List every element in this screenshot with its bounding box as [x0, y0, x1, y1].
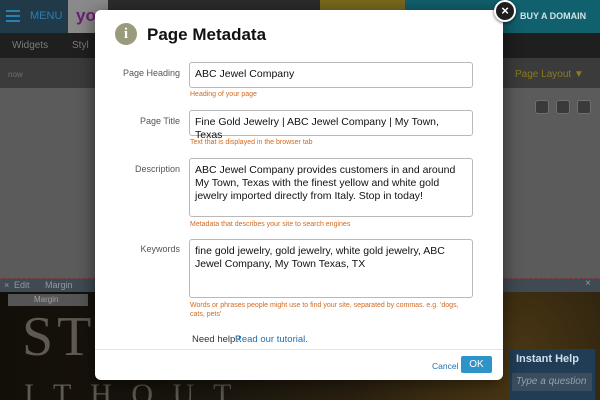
ok-button[interactable]: OK: [461, 356, 492, 373]
hamburger-icon[interactable]: [6, 10, 20, 22]
keywords-label: Keywords: [140, 244, 180, 254]
page-title-help: Text that is displayed in the browser ta…: [190, 139, 313, 146]
tab-widgets[interactable]: Widgets: [12, 40, 48, 51]
dialog-title: Page Metadata: [147, 25, 267, 44]
tab-style[interactable]: Styl: [72, 40, 89, 51]
editbar-margin-link[interactable]: Margin: [45, 280, 73, 290]
hero-subheading: I T H O U T: [24, 378, 238, 400]
close-icon[interactable]: ×: [494, 0, 516, 22]
canvas-tool-icon[interactable]: [577, 100, 591, 114]
instant-help-placeholder[interactable]: Type a question: [516, 376, 586, 387]
page-title-label: Page Title: [139, 116, 180, 126]
logo: yo: [76, 6, 96, 25]
instant-help-title: Instant Help: [516, 353, 579, 365]
page-layout-dropdown[interactable]: Page Layout ▼: [515, 69, 584, 80]
toolbar-now-label: now: [8, 70, 23, 79]
page-heading-label: Page Heading: [122, 68, 180, 78]
editbar-remove-icon[interactable]: ×: [585, 278, 591, 289]
info-icon: i: [115, 23, 137, 45]
canvas-tool-icon[interactable]: [535, 100, 549, 114]
hero-heading: ST: [22, 306, 96, 368]
menu-label[interactable]: MENU: [30, 10, 62, 22]
keywords-textarea[interactable]: fine gold jewelry, gold jewelry, white g…: [189, 239, 473, 298]
cancel-button[interactable]: Cancel: [432, 361, 458, 371]
page-heading-input[interactable]: ABC Jewel Company: [189, 62, 473, 88]
page-heading-help: Heading of your page: [190, 91, 257, 98]
read-tutorial-link[interactable]: Read our tutorial.: [235, 334, 308, 345]
need-help-text: Need help?: [192, 334, 241, 345]
description-textarea[interactable]: ABC Jewel Company provides customers in …: [189, 158, 473, 217]
editbar-close-icon[interactable]: ×: [4, 280, 9, 290]
editbar-edit-link[interactable]: Edit: [14, 280, 30, 290]
canvas-tool-icon[interactable]: [556, 100, 570, 114]
description-help: Metadata that describes your site to sea…: [190, 221, 351, 228]
margin-bar-label: Margin: [34, 295, 59, 304]
buy-domain-label[interactable]: BUY A DOMAIN: [520, 11, 586, 21]
description-label: Description: [134, 164, 180, 174]
dialog-footer-divider: [95, 349, 503, 350]
keywords-help: Words or phrases people might use to fin…: [190, 302, 459, 318]
page-title-input[interactable]: Fine Gold Jewelry | ABC Jewel Company | …: [189, 110, 473, 141]
